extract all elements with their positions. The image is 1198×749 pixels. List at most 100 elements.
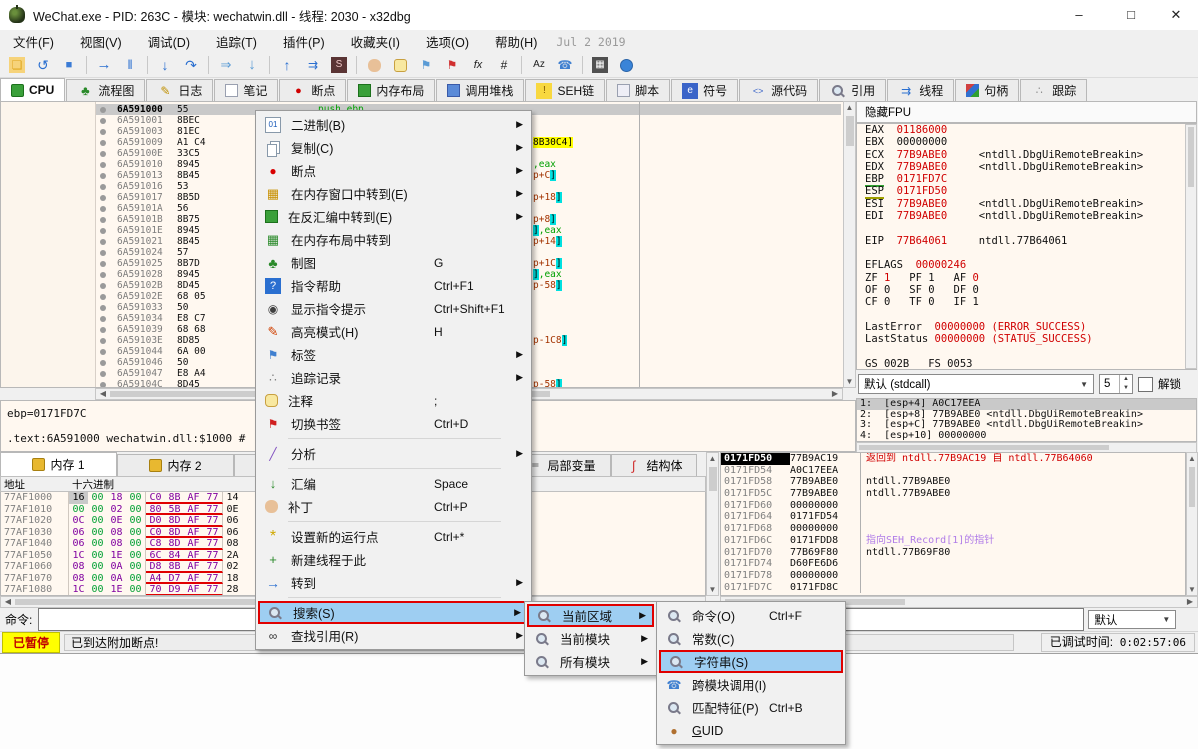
menu-item-追踪记录[interactable]: ∴追踪记录▶ [258, 366, 529, 389]
tab-笔记[interactable]: 笔记 [214, 79, 278, 101]
argument-row[interactable]: 3: [esp+C] 77B9ABE0 <ntdll.DbgUiRemoteBr… [857, 420, 1196, 431]
menu-item-常数(C)[interactable]: 常数(C) [659, 627, 843, 650]
command-profile-select[interactable]: 默认▼ [1088, 610, 1176, 629]
fx-button[interactable]: fx [466, 54, 490, 76]
dump-tab-内存 1[interactable]: 内存 1 [0, 452, 117, 476]
run-to-user-code-button[interactable]: ⇉ [301, 54, 325, 76]
menu-item-转到[interactable]: →转到▶ [258, 571, 529, 594]
labels-button[interactable]: ⚑ [414, 54, 438, 76]
stack-vscrollbar[interactable]: ▲▼ [1186, 452, 1198, 596]
stack-row[interactable]: 0171FD7800000000 [721, 570, 1185, 582]
tab-源代码[interactable]: <>源代码 [739, 79, 818, 101]
minimize-button[interactable]: – [1058, 0, 1100, 29]
menu-item-高亮模式(H)[interactable]: ✎高亮模式(H)H [258, 320, 529, 343]
calling-convention-select[interactable]: 默认 (stdcall)▼ [858, 374, 1094, 394]
argument-row[interactable]: 4: [esp+10] 00000000 [857, 431, 1196, 442]
registers-vscrollbar[interactable] [1185, 124, 1197, 369]
menu-帮助(H)[interactable]: 帮助(H) [482, 29, 550, 54]
execute-till-return-button[interactable]: ↑ [275, 54, 299, 76]
hash-button[interactable]: # [492, 54, 516, 76]
menu-item-切换书签[interactable]: ⚑切换书签Ctrl+D [258, 412, 529, 435]
stack-row[interactable]: 0171FD7077B69F80ntdll.77B69F80 [721, 547, 1185, 559]
tab-断点[interactable]: ●断点 [279, 79, 346, 101]
tab-引用[interactable]: 引用 [819, 79, 886, 101]
menu-item-所有模块[interactable]: 所有模块▶ [527, 650, 654, 673]
tab-脚本[interactable]: 脚本 [606, 79, 670, 101]
menu-item-在内存窗口中转到(E)[interactable]: ▦在内存窗口中转到(E)▶ [258, 182, 529, 205]
stack-row[interactable]: 0171FD74D60FE6D6 [721, 558, 1185, 570]
restart-button[interactable]: ↺ [31, 54, 55, 76]
modules-button[interactable]: ☎ [553, 54, 577, 76]
tab-SEH链[interactable]: !SEH链 [525, 79, 605, 101]
tab-调用堆栈[interactable]: 调用堆栈 [436, 79, 524, 101]
menu-调试(D)[interactable]: 调试(D) [135, 29, 203, 54]
menu-item-复制(C)[interactable]: 复制(C)▶ [258, 136, 529, 159]
animate-into-button[interactable]: ⇒ [214, 54, 238, 76]
menu-item-匹配特征(P)[interactable]: 匹配特征(P)Ctrl+B [659, 696, 843, 719]
menu-item-在反汇编中转到(E)[interactable]: 在反汇编中转到(E)▶ [258, 205, 529, 228]
tab-符号[interactable]: e符号 [671, 79, 738, 101]
tab-线程[interactable]: ⇉线程 [887, 79, 954, 101]
close-button[interactable]: ✕ [1155, 0, 1197, 29]
stop-button[interactable]: ■ [57, 54, 81, 76]
tab-CPU[interactable]: CPU [0, 78, 65, 101]
menu-item-新建线程于此[interactable]: +新建线程于此 [258, 548, 529, 571]
patch-button[interactable] [362, 54, 386, 76]
dump-tab-结构体[interactable]: ∫结构体 [611, 454, 697, 476]
menu-item-设置新的运行点[interactable]: *设置新的运行点Ctrl+* [258, 525, 529, 548]
bookmarks-button[interactable]: ⚑ [440, 54, 464, 76]
argument-row[interactable]: 1: [esp+4] A0C17EEA [857, 399, 1196, 410]
menu-item-二进制(B)[interactable]: 01二进制(B)▶ [258, 113, 529, 136]
menu-item-标签[interactable]: ⚑标签▶ [258, 343, 529, 366]
script-button[interactable]: S [327, 54, 351, 76]
menu-视图(V)[interactable]: 视图(V) [67, 29, 135, 54]
menu-item-指令帮助[interactable]: ?指令帮助Ctrl+F1 [258, 274, 529, 297]
registers-list[interactable]: EAX 01186000EBX 00000000ECX 77B9ABE0 <nt… [856, 123, 1197, 370]
menu-item-显示指令提示[interactable]: ◉显示指令提示Ctrl+Shift+F1 [258, 297, 529, 320]
run-button[interactable]: → [92, 54, 116, 76]
strings-az-button[interactable]: Az [527, 54, 551, 76]
menu-item-汇编[interactable]: ↓汇编Space [258, 472, 529, 495]
open-file-button[interactable]: ❏ [5, 54, 29, 76]
menu-item-字符串(S)[interactable]: 字符串(S) [659, 650, 843, 673]
stack-pane[interactable]: 0171FD5077B9AC19返回到 ntdll.77B9AC19 自 ntd… [720, 452, 1186, 596]
hide-fpu-button[interactable]: 隐藏FPU [856, 101, 1197, 123]
menu-item-搜索(S)[interactable]: 搜索(S)▶ [258, 601, 529, 624]
menu-插件(P)[interactable]: 插件(P) [270, 29, 338, 54]
stack-row[interactable]: 0171FD640171FD54 [721, 511, 1185, 523]
step-into-button[interactable]: ↓ [153, 54, 177, 76]
internet-button[interactable] [614, 54, 638, 76]
menu-item-命令(O)[interactable]: 命令(O)Ctrl+F [659, 604, 843, 627]
menu-item-当前区域[interactable]: 当前区域▶ [527, 604, 654, 627]
menu-item-分析[interactable]: ╱分析▶ [258, 442, 529, 465]
menu-item-GUID[interactable]: ●GUID [659, 719, 843, 742]
tab-跟踪[interactable]: ∴跟踪 [1020, 79, 1087, 101]
tab-内存布局[interactable]: 内存布局 [347, 79, 435, 101]
stack-row[interactable]: 0171FD5077B9AC19返回到 ntdll.77B9AC19 自 ntd… [721, 453, 1185, 465]
menu-收藏夹(I)[interactable]: 收藏夹(I) [338, 29, 413, 54]
menu-选项(O)[interactable]: 选项(O) [413, 29, 482, 54]
dump-tab-内存 2[interactable]: 内存 2 [117, 454, 234, 476]
menu-item-当前模块[interactable]: 当前模块▶ [527, 627, 654, 650]
animate-over-button[interactable]: ↓ [240, 54, 264, 76]
menu-item-制图[interactable]: ♣制图G [258, 251, 529, 274]
stack-row[interactable]: 0171FD5C77B9ABE0ntdll.77B9ABE0 [721, 488, 1185, 500]
dump-vscrollbar[interactable]: ▲▼ [706, 452, 719, 596]
comments-button[interactable] [388, 54, 412, 76]
stack-row[interactable]: 0171FD54A0C17EEA [721, 465, 1185, 477]
menu-追踪(T)[interactable]: 追踪(T) [203, 29, 270, 54]
calculator-button[interactable]: ▦ [588, 54, 612, 76]
menu-item-断点[interactable]: ●断点▶ [258, 159, 529, 182]
tab-句柄[interactable]: 句柄 [955, 79, 1019, 101]
menu-item-补丁[interactable]: 补丁Ctrl+P [258, 495, 529, 518]
tab-日志[interactable]: ✎日志 [146, 79, 213, 101]
argument-count-spinner[interactable]: 5▲▼ [1099, 374, 1133, 394]
title-bar[interactable]: WeChat.exe - PID: 263C - 模块: wechatwin.d… [0, 0, 1198, 31]
stack-row[interactable]: 0171FD6000000000 [721, 500, 1185, 512]
menu-item-在内存布局中转到[interactable]: ▦在内存布局中转到 [258, 228, 529, 251]
maximize-button[interactable]: □ [1110, 0, 1152, 29]
arguments-list[interactable]: 1: [esp+4] A0C17EEA2: [esp+8] 77B9ABE0 <… [856, 398, 1197, 442]
unlock-checkbox[interactable] [1138, 377, 1153, 392]
menu-item-注释[interactable]: 注释; [258, 389, 529, 412]
disassembly-vscrollbar[interactable]: ▲▼ [843, 101, 856, 388]
